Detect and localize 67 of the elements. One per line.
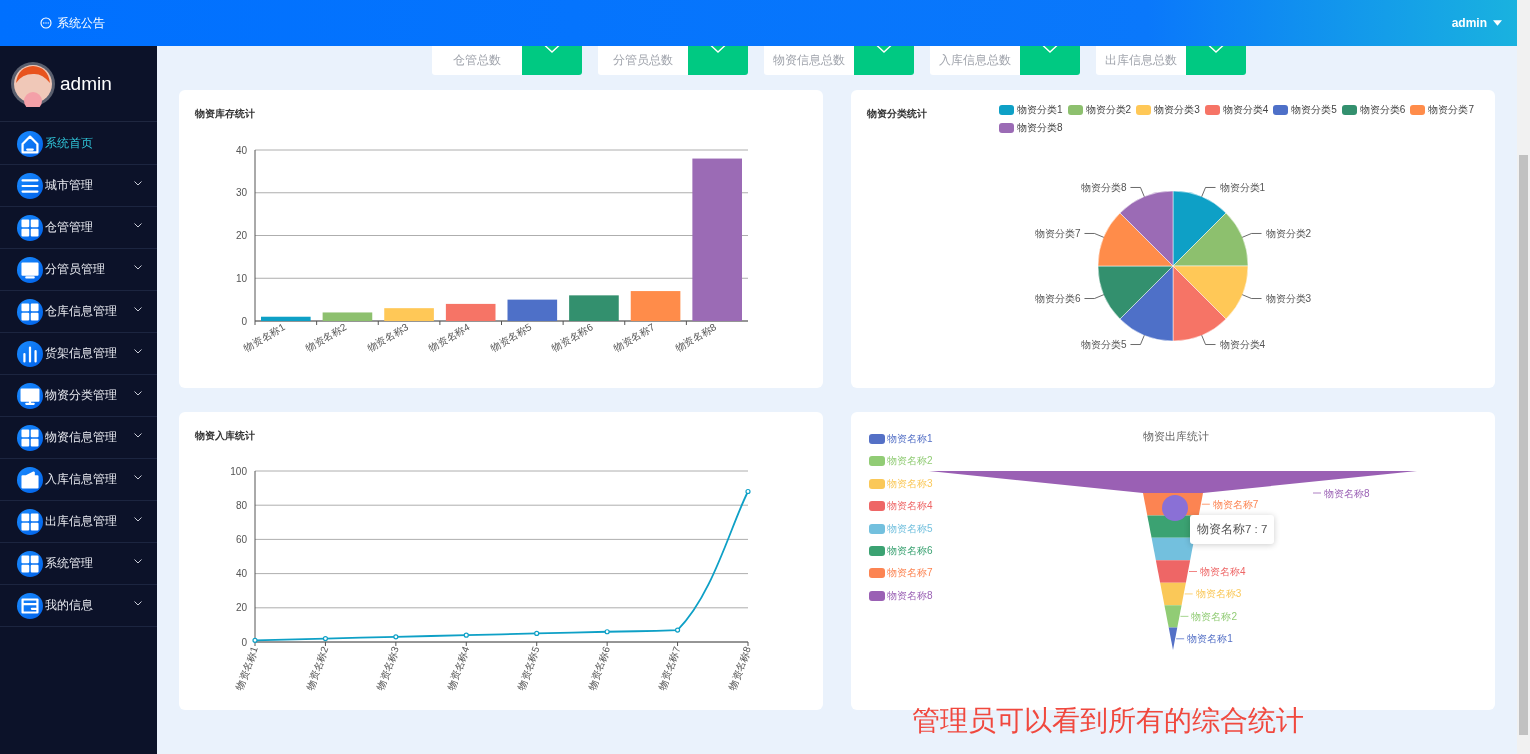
chart-title: 物资出库统计 — [1143, 429, 1209, 444]
axis-tick-label: 0 — [241, 636, 247, 648]
legend-label: 物资分类4 — [1222, 103, 1269, 117]
legend-label: 物资分类2 — [1085, 103, 1132, 117]
segment-label: 物资名称4 — [1200, 566, 1246, 577]
axis-tick-label: 60 — [235, 533, 247, 545]
legend-label: 物资分类5 — [1291, 103, 1337, 117]
chart-title: 物资库存统计 — [195, 107, 256, 121]
slice-label: 物资分类1 — [1219, 181, 1266, 193]
caption: 管理员可以看到所有的综合统计 — [912, 704, 1304, 738]
axis-category-label: 物资名称6 — [550, 321, 595, 354]
stat-label: 仓管总数 — [452, 53, 502, 68]
axis-tick-label: 80 — [235, 499, 247, 511]
user-name: admin — [60, 72, 112, 95]
legend-label: 物资名称1 — [887, 432, 933, 446]
axis-category-label: 物资名称2 — [304, 644, 331, 692]
legend-label: 物资分类8 — [1017, 121, 1063, 135]
legend-label: 物资分类7 — [1428, 103, 1474, 117]
legend-label: 物资名称7 — [887, 566, 933, 581]
legend-label: 物资分类6 — [1359, 103, 1406, 117]
legend-label: 物资名称2 — [887, 454, 933, 469]
axis-tick-label: 100 — [230, 465, 247, 477]
slice-label: 物资分类6 — [1034, 293, 1081, 305]
axis-category-label: 物资名称3 — [374, 644, 401, 692]
legend-label: 物资分类1 — [1017, 103, 1063, 117]
stat-label: 入库信息总数 — [938, 53, 1012, 68]
slice-label: 物资分类3 — [1265, 293, 1312, 305]
segment-label: 物资名称7 — [1212, 498, 1259, 510]
slice-label: 物资分类7 — [1034, 227, 1081, 239]
axis-category-label: 物资名称7 — [656, 644, 683, 692]
stat-label: 分管员总数 — [612, 53, 674, 68]
legend-label: 物资名称5 — [887, 521, 933, 536]
chart-title: 物资入库统计 — [195, 429, 256, 443]
segment-label: 物资名称2 — [1191, 610, 1237, 622]
axis-category-label: 物资名称8 — [673, 321, 719, 354]
axis-category-label: 物资名称5 — [515, 644, 542, 692]
axis-tick-label: 40 — [235, 568, 247, 580]
slice-label: 物资分类4 — [1219, 339, 1266, 351]
axis-category-label: 物资名称7 — [611, 321, 657, 354]
segment-label: 物资名称3 — [1195, 588, 1242, 600]
legend-label: 物资分类3 — [1154, 103, 1200, 117]
axis-tick-label: 10 — [235, 272, 247, 284]
axis-category-label: 物资名称4 — [426, 321, 472, 354]
axis-category-label: 物资名称3 — [365, 321, 411, 354]
axis-category-label: 物资名称6 — [586, 644, 612, 692]
axis-tick-label: 40 — [235, 144, 247, 156]
axis-category-label: 物资名称4 — [445, 644, 472, 692]
axis-category-label: 物资名称5 — [488, 321, 534, 354]
stat-label: 出库信息总数 — [1104, 53, 1178, 68]
slice-label: 物资分类8 — [1080, 181, 1127, 193]
slice-label: 物资分类2 — [1265, 227, 1312, 239]
legend-label: 物资名称8 — [887, 588, 933, 603]
chart-title: 物资分类统计 — [867, 107, 927, 121]
slice-label: 物资分类5 — [1080, 339, 1127, 351]
axis-category-label: 物资名称2 — [303, 321, 349, 354]
stat-label: 物资信息总数 — [772, 53, 846, 68]
tooltip: 物资名称7 : 7 — [1190, 515, 1275, 544]
legend-label: 物资名称6 — [887, 543, 933, 558]
axis-tick-label: 20 — [235, 602, 247, 614]
segment-label: 物资名称1 — [1187, 633, 1233, 645]
axis-category-label: 物资名称8 — [726, 644, 753, 692]
legend-label: 物资名称4 — [887, 499, 933, 514]
legend-label: 物资名称3 — [887, 476, 933, 491]
axis-tick-label: 20 — [235, 230, 247, 241]
axis-tick-label: 30 — [235, 187, 247, 199]
axis-tick-label: 0 — [241, 315, 247, 327]
segment-label: 物资名称8 — [1324, 487, 1370, 499]
